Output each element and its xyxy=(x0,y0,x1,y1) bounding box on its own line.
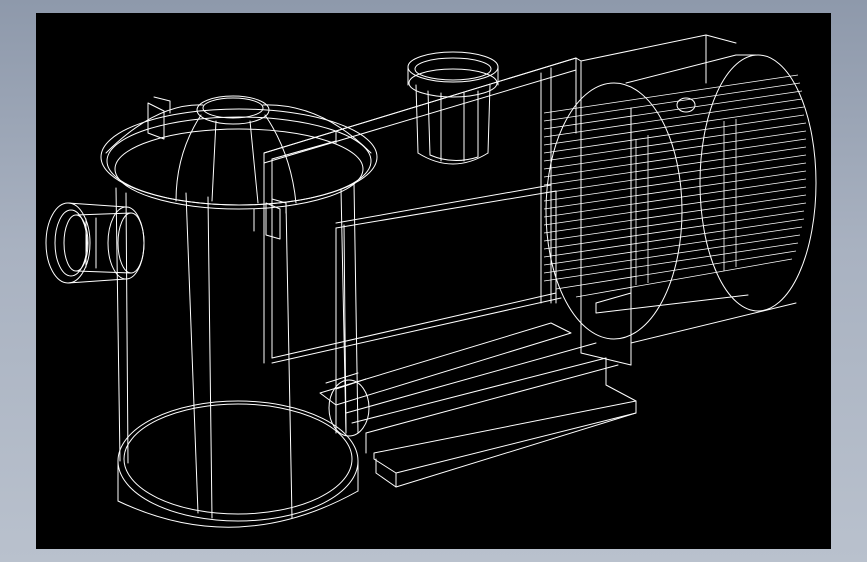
motor-housing[interactable] xyxy=(545,34,817,366)
outlet-port[interactable] xyxy=(407,51,499,165)
inlet-flange[interactable] xyxy=(45,202,145,284)
base-mount[interactable] xyxy=(319,322,637,488)
cad-viewport[interactable] xyxy=(36,13,831,549)
strainer-lid[interactable] xyxy=(105,95,372,240)
motor-cooling-fins xyxy=(543,74,807,298)
pump-wireframe-model[interactable] xyxy=(36,13,831,549)
app-window xyxy=(0,0,867,562)
